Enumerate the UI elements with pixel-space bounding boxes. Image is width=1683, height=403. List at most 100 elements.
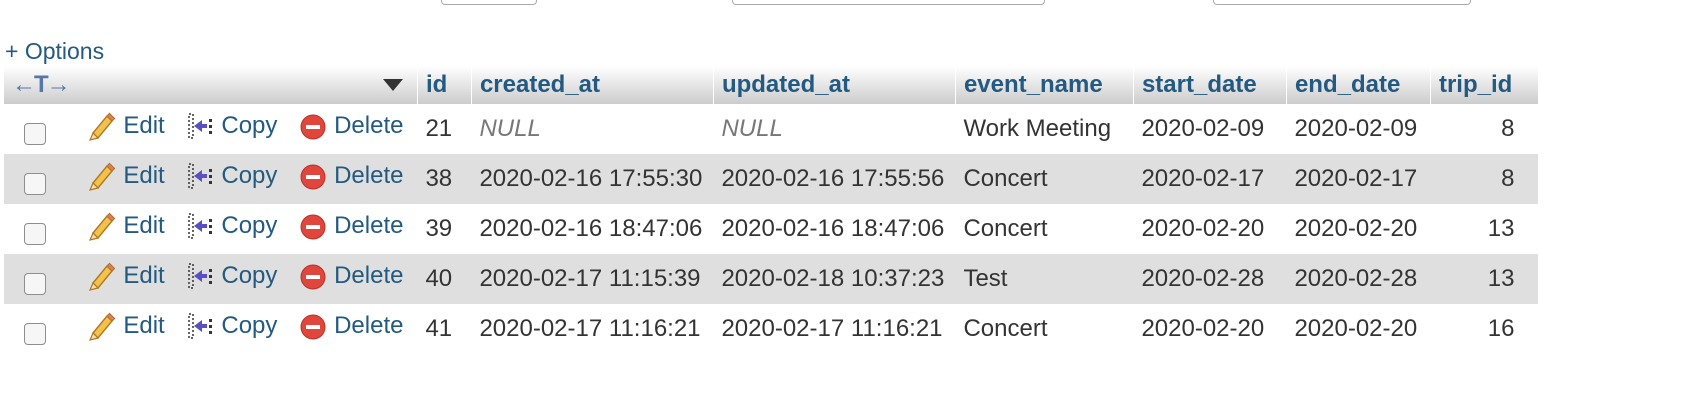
copy-button[interactable]: Copy	[185, 111, 277, 141]
pencil-icon	[89, 112, 116, 141]
pencil-icon	[89, 162, 116, 191]
cell-trip-id: 13	[1430, 254, 1539, 304]
copy-row-icon	[188, 162, 213, 189]
delete-label: Delete	[334, 161, 404, 189]
filter-input-1[interactable]	[441, 0, 537, 5]
cell-trip-id: 13	[1430, 204, 1539, 254]
edit-label: Edit	[123, 211, 165, 239]
edit-label: Edit	[123, 261, 165, 289]
copy-row-icon	[188, 112, 213, 139]
pencil-icon	[89, 262, 116, 291]
delete-label: Delete	[334, 211, 404, 239]
table-row: Edit Copy Delete 39 2020-02-16 18:47:06 …	[4, 204, 1539, 254]
cell-id: 21	[417, 104, 472, 154]
cell-created-at: NULL	[471, 104, 714, 154]
header-event-name[interactable]: event_name	[955, 66, 1134, 104]
cell-start-date: 2020-02-20	[1133, 204, 1287, 254]
row-checkbox[interactable]	[24, 273, 46, 296]
cell-event-name: Concert	[955, 154, 1134, 204]
cell-created-at: 2020-02-17 11:16:21	[471, 304, 714, 354]
cell-trip-id: 8	[1430, 104, 1539, 154]
delete-button[interactable]: Delete	[298, 311, 403, 341]
row-actions-cell: Edit Copy Delete	[4, 154, 418, 204]
cell-updated-at: 2020-02-17 11:16:21	[713, 304, 956, 354]
cell-id: 41	[417, 304, 472, 354]
cell-id: 40	[417, 254, 472, 304]
row-checkbox[interactable]	[24, 223, 46, 246]
cell-end-date: 2020-02-17	[1286, 154, 1431, 204]
delete-button[interactable]: Delete	[298, 111, 403, 141]
results-table: ←T→ id created_at updated_at event_name …	[4, 66, 1539, 354]
copy-button[interactable]: Copy	[185, 161, 277, 191]
cell-updated-at: 2020-02-18 10:37:23	[713, 254, 956, 304]
row-actions-cell: Edit Copy Delete	[4, 254, 418, 304]
cell-event-name: Concert	[955, 304, 1134, 354]
copy-button[interactable]: Copy	[185, 211, 277, 241]
cell-trip-id: 16	[1430, 304, 1539, 354]
cell-id: 38	[417, 154, 472, 204]
header-updated-at[interactable]: updated_at	[713, 66, 956, 104]
delete-circle-icon	[300, 164, 326, 189]
filter-input-2[interactable]	[732, 0, 1045, 5]
table-row: Edit Copy Delete 40 2020-02-17 11:15:39 …	[4, 254, 1539, 304]
delete-label: Delete	[334, 111, 404, 139]
header-row: ←T→ id created_at updated_at event_name …	[4, 66, 1539, 104]
delete-circle-icon	[300, 114, 326, 139]
table-row: Edit Copy Delete 41 2020-02-17 11:16:21 …	[4, 304, 1539, 354]
header-id[interactable]: id	[417, 66, 472, 104]
cell-event-name: Concert	[955, 204, 1134, 254]
copy-label: Copy	[221, 111, 278, 139]
edit-label: Edit	[123, 161, 165, 189]
cell-updated-at: NULL	[713, 104, 956, 154]
filter-input-3[interactable]	[1213, 0, 1471, 5]
delete-circle-icon	[300, 314, 326, 339]
cell-end-date: 2020-02-28	[1286, 254, 1431, 304]
cell-end-date: 2020-02-20	[1286, 204, 1431, 254]
row-checkbox[interactable]	[24, 323, 46, 346]
row-checkbox[interactable]	[24, 173, 46, 196]
cell-trip-id: 8	[1430, 154, 1539, 204]
copy-button[interactable]: Copy	[185, 311, 277, 341]
delete-circle-icon	[300, 264, 326, 289]
edit-button[interactable]: Edit	[87, 111, 165, 141]
row-actions-cell: Edit Copy Delete	[4, 204, 418, 254]
cell-updated-at: 2020-02-16 18:47:06	[713, 204, 956, 254]
cell-start-date: 2020-02-09	[1133, 104, 1287, 154]
table-row: Edit Copy Delete 38 2020-02-16 17:55:30 …	[4, 154, 1539, 204]
copy-label: Copy	[221, 261, 278, 289]
cell-end-date: 2020-02-09	[1286, 104, 1431, 154]
header-start-date[interactable]: start_date	[1133, 66, 1287, 104]
cell-event-name: Test	[955, 254, 1134, 304]
cell-updated-at: 2020-02-16 17:55:56	[713, 154, 956, 204]
edit-label: Edit	[123, 111, 165, 139]
row-actions-cell: Edit Copy Delete	[4, 304, 418, 354]
copy-label: Copy	[221, 161, 278, 189]
options-link[interactable]: + Options	[5, 38, 104, 65]
delete-button[interactable]: Delete	[298, 211, 403, 241]
header-trip-id[interactable]: trip_id	[1430, 66, 1539, 104]
dropdown-triangle-icon[interactable]	[382, 79, 403, 91]
edit-button[interactable]: Edit	[87, 261, 165, 291]
edit-button[interactable]: Edit	[87, 211, 165, 241]
cell-start-date: 2020-02-28	[1133, 254, 1287, 304]
cell-event-name: Work Meeting	[955, 104, 1134, 154]
copy-label: Copy	[221, 311, 278, 339]
cell-created-at: 2020-02-17 11:15:39	[471, 254, 714, 304]
column-arrows-icon[interactable]: ←T→	[12, 71, 71, 99]
delete-button[interactable]: Delete	[298, 261, 403, 291]
delete-label: Delete	[334, 261, 404, 289]
cell-created-at: 2020-02-16 18:47:06	[471, 204, 714, 254]
pencil-icon	[89, 312, 116, 341]
edit-button[interactable]: Edit	[87, 161, 165, 191]
row-actions-cell: Edit Copy Delete	[4, 104, 418, 154]
copy-button[interactable]: Copy	[185, 261, 277, 291]
table-row: Edit Copy Delete 21 NULL NULL Work Meeti…	[4, 104, 1539, 154]
edit-button[interactable]: Edit	[87, 311, 165, 341]
edit-label: Edit	[123, 311, 165, 339]
actions-header: ←T→	[4, 66, 418, 104]
header-end-date[interactable]: end_date	[1286, 66, 1431, 104]
cell-start-date: 2020-02-20	[1133, 304, 1287, 354]
row-checkbox[interactable]	[24, 123, 46, 146]
header-created-at[interactable]: created_at	[471, 66, 714, 104]
delete-button[interactable]: Delete	[298, 161, 403, 191]
